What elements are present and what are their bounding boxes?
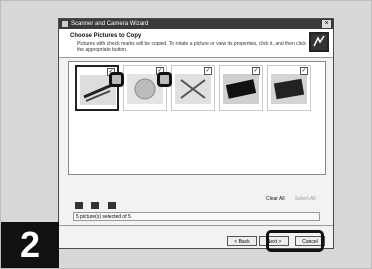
thumbnail-item[interactable]: ✓: [171, 65, 215, 111]
checkbox-highlight: [109, 72, 124, 87]
header-title: Choose Pictures to Copy: [70, 33, 142, 39]
app-icon: [62, 21, 68, 27]
thumbnail-list[interactable]: ✓ ✓ ✓ ✓: [68, 61, 326, 175]
wizard-window: Scanner and Camera Wizard × Choose Pictu…: [58, 18, 334, 249]
select-all-link[interactable]: Select All: [295, 196, 316, 202]
status-bar: 5 picture(s) selected of 5: [73, 212, 320, 221]
clear-all-link[interactable]: Clear All: [266, 196, 285, 202]
divider: [59, 225, 333, 226]
close-button[interactable]: ×: [322, 20, 331, 28]
camera-photo-icon: [271, 74, 307, 104]
device-photo-icon: [223, 74, 259, 104]
header-description: Pictures with check marks will be copied…: [77, 41, 306, 53]
title-bar: Scanner and Camera Wizard ×: [59, 19, 333, 29]
thumbnail-item[interactable]: ✓: [219, 65, 263, 111]
step-number-badge: 2: [1, 222, 59, 268]
wizard-logo-icon: [309, 32, 329, 52]
toolbar: [75, 196, 120, 209]
properties-icon[interactable]: [107, 202, 116, 209]
checkbox[interactable]: ✓: [204, 67, 212, 75]
next-button-highlight: [266, 230, 324, 252]
window-title: Scanner and Camera Wizard: [71, 21, 149, 27]
checkbox-highlight: [157, 72, 172, 87]
rotate-left-icon[interactable]: [75, 202, 83, 209]
checkbox[interactable]: ✓: [300, 67, 308, 75]
wizard-header: Choose Pictures to Copy Pictures with ch…: [59, 29, 333, 58]
rotate-right-icon[interactable]: [91, 202, 100, 209]
scissors-photo-icon: [175, 74, 211, 104]
thumbnail-item[interactable]: ✓: [267, 65, 311, 111]
checkbox[interactable]: ✓: [252, 67, 260, 75]
manual-frame: Scanner and Camera Wizard × Choose Pictu…: [0, 0, 372, 269]
back-button[interactable]: < Back: [227, 236, 257, 246]
